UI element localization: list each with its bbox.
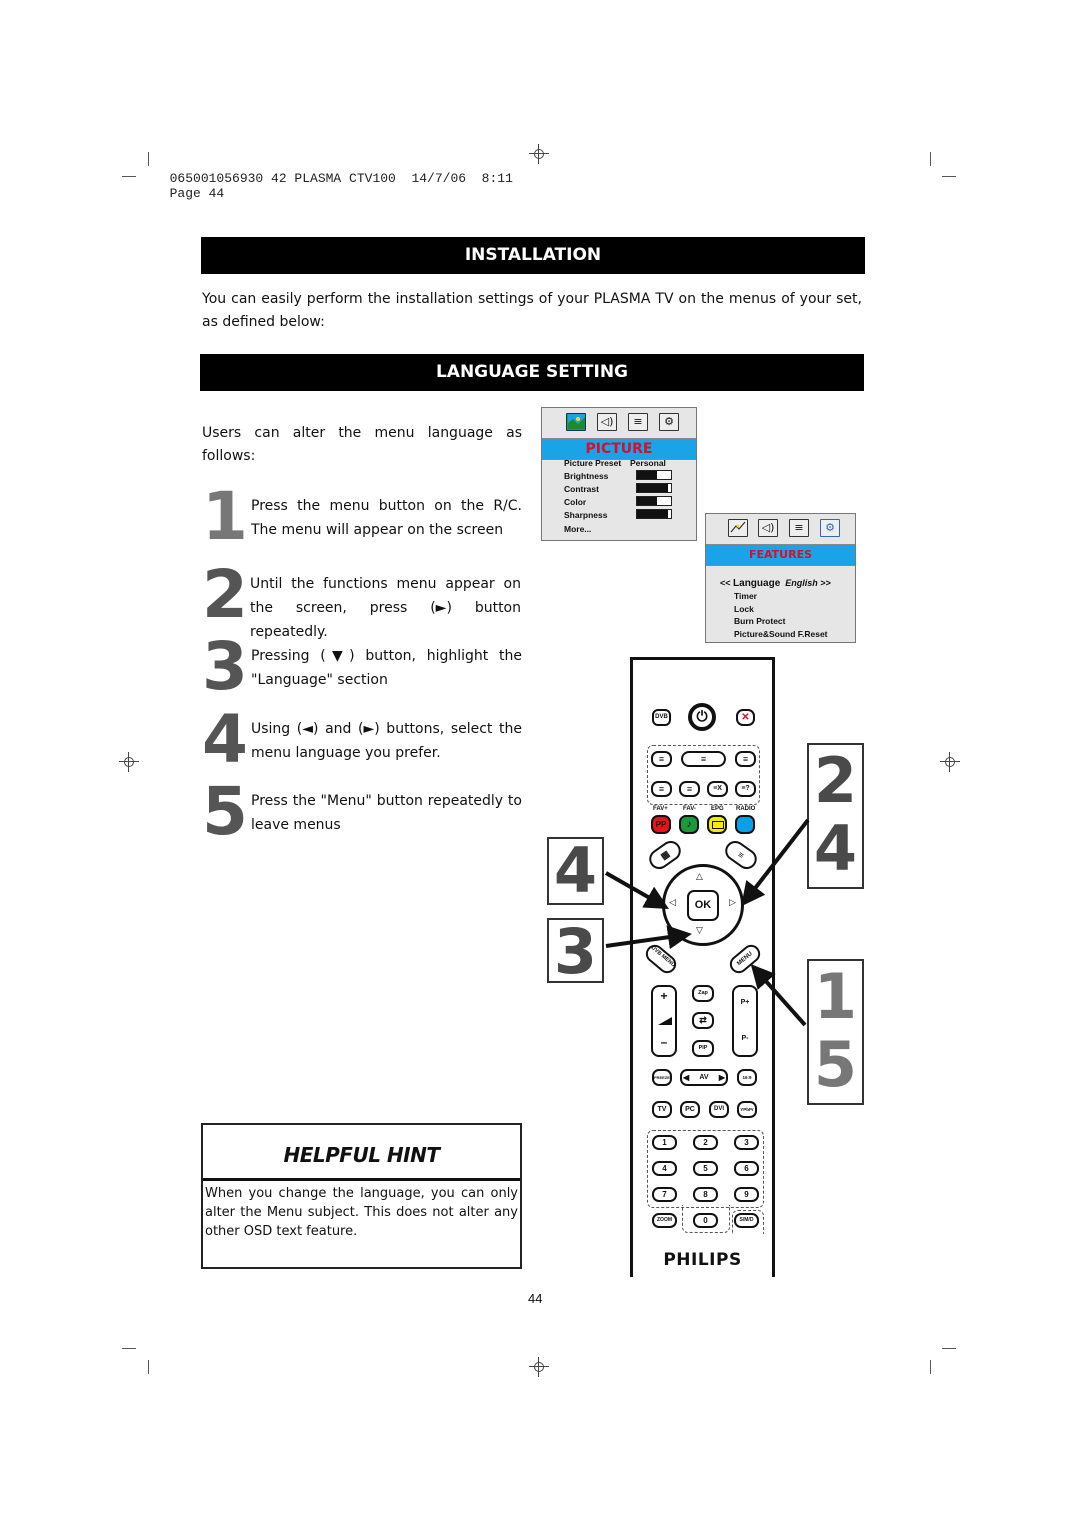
arrow-to-down-button xyxy=(605,925,692,950)
page-number: 44 xyxy=(528,1291,543,1306)
arrow-to-left-button xyxy=(605,871,669,909)
arrow-to-menu-button xyxy=(750,964,807,1027)
arrow-to-right-button xyxy=(741,818,810,907)
